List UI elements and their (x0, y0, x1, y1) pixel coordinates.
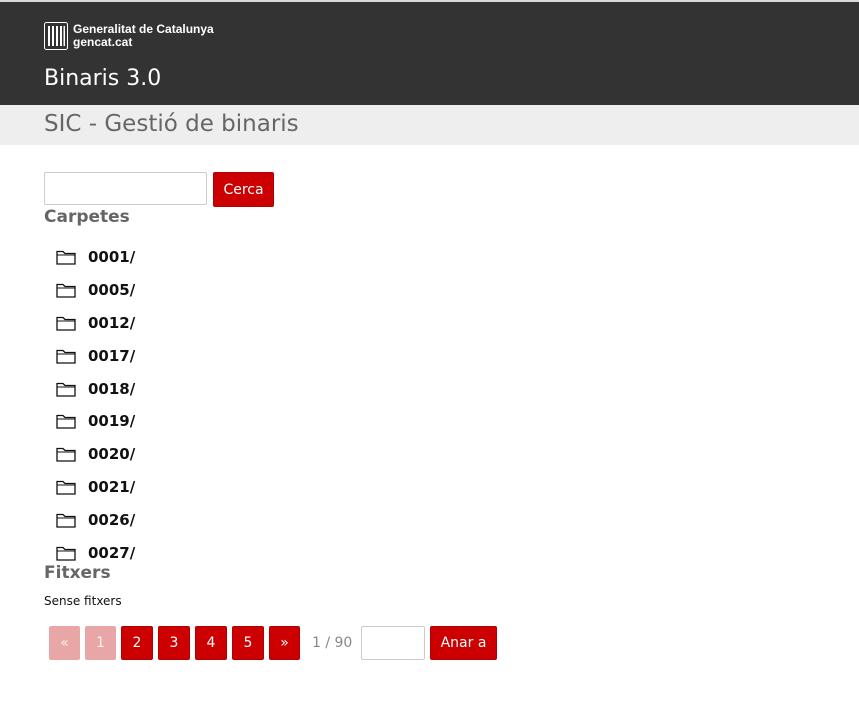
folder-icon (56, 251, 76, 266)
folder-label: 0017/ (88, 346, 136, 365)
pagination-first-button[interactable]: « (49, 626, 80, 660)
folder-label: 0021/ (88, 477, 136, 496)
generalitat-logo-icon[interactable] (44, 22, 68, 50)
folder-icon (56, 284, 76, 298)
folder-item[interactable]: 0001/ (56, 241, 135, 274)
goto-page-input[interactable] (361, 626, 425, 660)
pagination-next-button[interactable]: » (269, 626, 300, 660)
folder-icon (56, 349, 76, 364)
no-files-message: Sense fitxers (44, 594, 122, 608)
folder-icon (56, 316, 76, 331)
app-header: Generalitat de Catalunya gencat.cat Bina… (0, 2, 859, 105)
pagination-page-5[interactable]: 5 (232, 626, 264, 660)
pagination-page-2[interactable]: 2 (121, 626, 153, 660)
goto-page-button[interactable]: Anar a (430, 626, 497, 660)
folder-label: 0027/ (88, 543, 136, 562)
folder-item[interactable]: 0026/ (56, 503, 135, 536)
folder-label: 0001/ (88, 248, 136, 267)
folder-item[interactable]: 0018/ (56, 372, 135, 405)
folder-item[interactable]: 0005/ (56, 274, 135, 307)
folder-icon (56, 415, 76, 430)
folder-label: 0019/ (88, 412, 136, 431)
folder-item[interactable]: 0021/ (56, 471, 135, 504)
pagination-page-4[interactable]: 4 (195, 626, 227, 660)
logo-line-gencat: gencat.cat (73, 35, 133, 49)
pagination-page-1[interactable]: 1 (85, 626, 116, 660)
folder-label: 0005/ (88, 281, 136, 300)
folder-icon (56, 480, 76, 495)
folders-section-title: Carpetes (44, 207, 130, 227)
folder-label: 0018/ (88, 379, 136, 398)
search-button[interactable]: Cerca (213, 172, 274, 207)
folder-item[interactable]: 0012/ (56, 307, 135, 340)
folder-label: 0026/ (88, 510, 136, 529)
app-title[interactable]: Binaris 3.0 (44, 66, 161, 91)
gencat-logo-text[interactable]: Generalitat de Catalunya gencat.cat (73, 23, 214, 49)
page-count: 1 / 90 (312, 635, 353, 651)
folder-item[interactable]: 0019/ (56, 405, 135, 438)
folder-label: 0012/ (88, 313, 136, 332)
folder-icon (56, 448, 76, 462)
folder-label: 0020/ (88, 445, 136, 464)
page-title-bar: SIC - Gestió de binaris (0, 105, 859, 145)
folder-icon (56, 513, 76, 528)
folder-item[interactable]: 0017/ (56, 339, 135, 372)
folder-icon (56, 546, 76, 561)
files-section-title: Fitxers (44, 563, 111, 583)
folder-list: 0001/0005/0012/0017/0018/0019/0020/0021/… (56, 241, 135, 569)
folder-icon (56, 382, 76, 397)
folder-item[interactable]: 0020/ (56, 438, 135, 471)
search-input[interactable] (44, 172, 207, 205)
pagination-page-3[interactable]: 3 (158, 626, 190, 660)
page-title: SIC - Gestió de binaris (44, 111, 299, 137)
